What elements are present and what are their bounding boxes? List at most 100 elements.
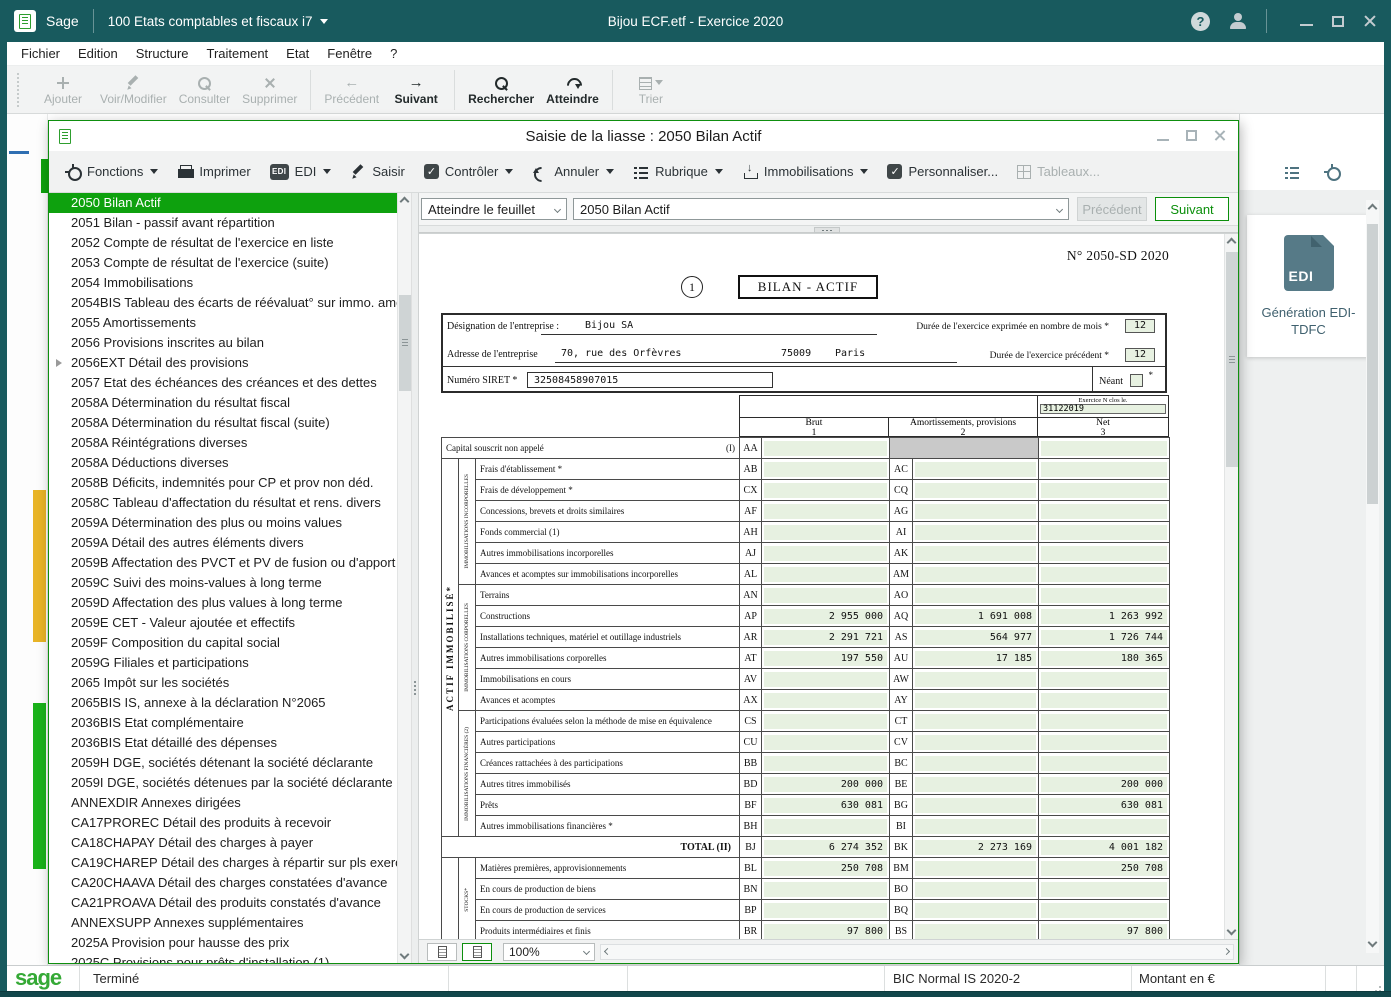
help-icon[interactable] [1191, 12, 1210, 31]
dialog-toolbar-button-annuler[interactable]: Annuler [532, 164, 614, 180]
toolbar-button-rechercher[interactable]: Rechercher [462, 67, 540, 113]
edi-generation-card[interactable]: EDI Génération EDI-TDFC [1247, 215, 1370, 357]
net-field[interactable] [1041, 819, 1167, 834]
sidebar-item-2058b[interactable]: 2058B Déficits, indemnités pour CP et pr… [49, 473, 397, 493]
outline-list-icon[interactable] [1284, 164, 1300, 180]
dialog-toolbar-button-controler[interactable]: Contrôler [424, 164, 513, 179]
sidebar-item-2025a[interactable]: 2025A Provision pour hausse des prix [49, 933, 397, 953]
scrollbar-thumb[interactable] [1367, 224, 1378, 504]
brut-field[interactable]: 197 550 [764, 651, 887, 666]
net-field[interactable] [1041, 756, 1167, 771]
brut-field[interactable] [764, 588, 887, 603]
expander-icon[interactable] [56, 359, 62, 367]
brut-field[interactable] [764, 672, 887, 687]
scroll-up-icon[interactable] [400, 197, 410, 207]
sidebar-item-2051[interactable]: 2051 Bilan - passif avant répartition [49, 213, 397, 233]
dialog-minimize-button[interactable] [1157, 139, 1169, 141]
brut-field[interactable]: 2 291 721 [764, 630, 887, 645]
sidebar-item-2059h[interactable]: 2059H DGE, sociétés détenant la société … [49, 753, 397, 773]
brut-field[interactable] [764, 546, 887, 561]
net-field[interactable] [1041, 483, 1167, 498]
toolbar-button-trier[interactable]: Trier [620, 67, 682, 113]
goto-select[interactable]: Atteindre le feuillet [421, 198, 567, 220]
sidebar-item-2059d[interactable]: 2059D Affectation des plus values à long… [49, 593, 397, 613]
toolbar-button-consulter[interactable]: Consulter [173, 67, 236, 113]
sidebar-item-ca19charep[interactable]: CA19CHAREP Détail des charges à répartir… [49, 853, 397, 873]
net-field[interactable]: 630 081 [1041, 798, 1167, 813]
close-button[interactable] [1363, 14, 1377, 28]
sidebar-item-2059a[interactable]: 2059A Détail des autres éléments divers [49, 533, 397, 553]
brut-field[interactable] [764, 882, 887, 897]
scroll-down-icon[interactable] [1368, 938, 1378, 948]
amortissements-field[interactable] [915, 483, 1036, 498]
sidebar-scrollbar[interactable] [397, 193, 411, 963]
dialog-toolbar-button-imprimer[interactable]: Imprimer [177, 164, 250, 180]
sidebar-item-2059b[interactable]: 2059B Affectation des PVCT et PV de fusi… [49, 553, 397, 573]
amortissements-field[interactable] [915, 714, 1036, 729]
amortissements-field[interactable]: 564 977 [915, 630, 1036, 645]
sidebar-item-2058a[interactable]: 2058A Détermination du résultat fiscal [49, 393, 397, 413]
duration-field[interactable]: 12 [1125, 319, 1155, 333]
toolbar-button-atteindre[interactable]: Atteindre [540, 67, 605, 113]
user-icon[interactable] [1229, 12, 1247, 30]
net-field[interactable] [1041, 462, 1167, 477]
sidebar-item-2058a[interactable]: 2058A Réintégrations diverses [49, 433, 397, 453]
brut-field[interactable] [764, 819, 887, 834]
brut-field[interactable]: 6 274 352 [764, 840, 887, 855]
view-mode-button[interactable] [427, 943, 457, 961]
toolbar-button-suivant[interactable]: →Suivant [385, 67, 447, 113]
net-field[interactable] [1041, 441, 1167, 456]
sidebar-item-2054bis[interactable]: 2054BIS Tableau des écarts de réévaluat°… [49, 293, 397, 313]
dialog-toolbar-button-edi[interactable]: EDIEDI [270, 164, 332, 180]
sidebar-item-2058c[interactable]: 2058C Tableau d'affectation du résultat … [49, 493, 397, 513]
net-field[interactable]: 4 001 182 [1041, 840, 1167, 855]
amortissements-field[interactable] [915, 882, 1036, 897]
amortissements-field[interactable]: 17 185 [915, 651, 1036, 666]
sidebar-item-ca20chaava[interactable]: CA20CHAAVA Détail des charges constatées… [49, 873, 397, 893]
dialog-toolbar-button-rubrique[interactable]: Rubrique [633, 164, 723, 180]
sidebar-item-2053[interactable]: 2053 Compte de résultat de l'exercice (s… [49, 253, 397, 273]
edit-mode-button[interactable] [462, 943, 492, 961]
dialog-close-button[interactable] [1214, 129, 1226, 141]
sidebar-item-2059f[interactable]: 2059F Composition du capital social [49, 633, 397, 653]
brut-field[interactable] [764, 504, 887, 519]
amortissements-field[interactable] [915, 819, 1036, 834]
panel-scrollbar[interactable] [1366, 200, 1379, 953]
sidebar-item-2058a[interactable]: 2058A Détermination du résultat fiscal (… [49, 413, 397, 433]
minimize-button[interactable] [1300, 24, 1313, 26]
menu-item-edition[interactable]: Edition [69, 46, 127, 61]
net-field[interactable] [1041, 546, 1167, 561]
menu-item-structure[interactable]: Structure [127, 46, 198, 61]
amortissements-field[interactable] [915, 693, 1036, 708]
sidebar-item-2050[interactable]: 2050 Bilan Actif [49, 193, 397, 213]
brut-field[interactable]: 630 081 [764, 798, 887, 813]
toolbar-button-ajouter[interactable]: Ajouter [32, 67, 94, 113]
amortissements-field[interactable] [915, 525, 1036, 540]
sidebar-item-ca17prorec[interactable]: CA17PROREC Détail des produits à recevoi… [49, 813, 397, 833]
closing-date-field[interactable]: 31122019 [1040, 404, 1166, 414]
amortissements-field[interactable] [915, 777, 1036, 792]
dialog-toolbar-button-personnaliser[interactable]: Personnaliser... [887, 164, 998, 179]
next-sheet-button[interactable]: Suivant [1155, 197, 1229, 221]
amortissements-field[interactable] [915, 567, 1036, 582]
sidebar-item-2065[interactable]: 2065 Impôt sur les sociétés [49, 673, 397, 693]
sidebar-item-2056ext[interactable]: 2056EXT Détail des provisions [49, 353, 397, 373]
sidebar-item-2059e[interactable]: 2059E CET - Valeur ajoutée et effectifs [49, 613, 397, 633]
sidebar-item-2059g[interactable]: 2059G Filiales et participations [49, 653, 397, 673]
sidebar-item-2059i[interactable]: 2059I DGE, sociétés détenues par la soci… [49, 773, 397, 793]
net-field[interactable]: 97 800 [1041, 924, 1167, 939]
dialog-maximize-button[interactable] [1186, 130, 1197, 141]
amortissements-field[interactable] [915, 861, 1036, 876]
sidebar-item-2036bis[interactable]: 2036BIS Etat complémentaire [49, 713, 397, 733]
amortissements-field[interactable] [915, 462, 1036, 477]
scroll-up-icon[interactable] [1227, 238, 1237, 248]
sidebar-item-2036bis[interactable]: 2036BIS Etat détaillé des dépenses [49, 733, 397, 753]
amortissements-field[interactable] [915, 903, 1036, 918]
brut-field[interactable] [764, 462, 887, 477]
net-field[interactable]: 250 708 [1041, 861, 1167, 876]
horizontal-splitter[interactable] [419, 225, 1238, 233]
dialog-toolbar-button-saisir[interactable]: Saisir [350, 164, 405, 180]
sidebar-item-2065bis[interactable]: 2065BIS IS, annexe à la déclaration N°20… [49, 693, 397, 713]
brut-field[interactable] [764, 567, 887, 582]
scrollbar-thumb[interactable] [399, 295, 411, 391]
